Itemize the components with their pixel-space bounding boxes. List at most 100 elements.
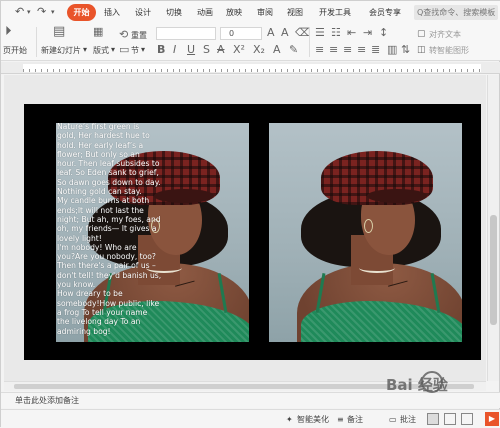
vertical-scrollbar[interactable] xyxy=(487,75,499,381)
comments-button[interactable]: 批注 xyxy=(400,414,416,425)
font-color-icon[interactable]: A xyxy=(273,44,281,56)
section-icon[interactable]: ▭ xyxy=(119,44,129,56)
poem-line: So dawn goes down to day. xyxy=(57,177,161,187)
layout-button[interactable]: 版式 xyxy=(93,45,109,56)
redo-button[interactable]: ↷ xyxy=(37,4,46,20)
line-spacing-icon[interactable]: ↕ xyxy=(379,27,388,39)
poem-line: Nothing gold can stay. xyxy=(57,187,142,197)
poem-line: hour. Then leaf subsides to xyxy=(57,159,160,169)
increase-indent-icon[interactable]: ⇥ xyxy=(363,27,372,39)
poem-line: somebody!How public, like xyxy=(57,298,160,308)
highlight-icon[interactable]: ✎ xyxy=(289,44,298,56)
poem-line: hold. Her early leaf’s a xyxy=(57,140,144,150)
italic-icon[interactable]: I xyxy=(173,44,176,56)
poem-line: oh, my friends— It gives a xyxy=(57,224,157,234)
ribbon-toolbar: ⏵ 页开始 ▤ 新建幻灯片 ▾ ▦ 版式 ▾ ⟲ 重置 ▭ 节 ▾ 0 A A … xyxy=(1,23,500,61)
superscript-icon[interactable]: X² xyxy=(233,44,245,56)
tab-review[interactable]: 审阅 xyxy=(254,4,276,21)
section-button[interactable]: 节 xyxy=(131,45,139,56)
align-left-icon[interactable]: ≡ xyxy=(315,44,324,56)
poem-line: night; But ah, my foes, and xyxy=(57,214,161,224)
poem-line: Nature’s first green is xyxy=(57,122,140,131)
poem-line: you?Are you nobody, too? xyxy=(57,252,156,262)
reading-view-button[interactable] xyxy=(461,413,473,425)
slide-sorter-view-button[interactable] xyxy=(444,413,456,425)
comments-icon[interactable]: ▭ xyxy=(389,414,397,425)
subscript-icon[interactable]: X₂ xyxy=(253,44,265,56)
strikethrough-icon[interactable]: A xyxy=(217,44,225,56)
ribbon-separator xyxy=(36,27,37,57)
tab-developer[interactable]: 开发工具 xyxy=(317,4,353,21)
layout-icon[interactable]: ▦ xyxy=(93,26,103,38)
watermark-paw-icon xyxy=(421,371,443,393)
new-slide-dropdown-icon[interactable]: ▾ xyxy=(83,45,87,54)
section-dropdown-icon[interactable]: ▾ xyxy=(141,45,145,54)
smart-shape-icon[interactable]: ◫ xyxy=(417,44,426,56)
poem-line: don't tell! they'd banish us, xyxy=(57,270,162,280)
reset-button[interactable]: 重置 xyxy=(131,30,147,41)
align-right-icon[interactable]: ≡ xyxy=(343,44,352,56)
tab-member[interactable]: 会员专享 xyxy=(367,4,403,21)
vertical-scroll-thumb[interactable] xyxy=(490,215,497,325)
bullets-icon[interactable]: ☰ xyxy=(315,27,325,39)
photo-right[interactable] xyxy=(269,123,462,342)
poem-line: you know. xyxy=(57,280,96,290)
decrease-font-icon[interactable]: A xyxy=(281,27,289,39)
poem-line: gold, Her hardest hue to xyxy=(57,131,150,141)
cap-brim-shape xyxy=(154,189,214,203)
undo-dropdown-icon[interactable]: ▾ xyxy=(27,4,31,20)
decrease-indent-icon[interactable]: ⇤ xyxy=(347,27,356,39)
convert-smartart-button[interactable]: 转智能图形 xyxy=(429,45,469,56)
tab-home[interactable]: 开始 xyxy=(67,4,96,21)
tab-transitions[interactable]: 切换 xyxy=(163,4,185,21)
cap-brim-shape xyxy=(367,189,427,203)
text-shadow-icon[interactable]: S xyxy=(203,44,210,56)
poem-line: admiring bog! xyxy=(57,326,111,336)
tab-slideshow[interactable]: 放映 xyxy=(223,4,245,21)
necklace-shape xyxy=(359,263,395,273)
poem-line: lovely light! xyxy=(57,233,102,243)
earring-shape xyxy=(364,219,373,233)
underline-icon[interactable]: U xyxy=(187,44,195,56)
horizontal-ruler xyxy=(1,62,500,74)
quick-access-menu-icon[interactable]: ▾ xyxy=(51,4,55,20)
poem-line: Then there's a pair of us – xyxy=(57,261,156,271)
increase-font-icon[interactable]: A xyxy=(267,27,275,39)
play-from-start-icon[interactable]: ⏵ xyxy=(5,25,12,38)
align-center-icon[interactable]: ≡ xyxy=(329,44,338,56)
text-direction-icon[interactable]: ⇅ xyxy=(401,44,410,56)
play-slideshow-button[interactable]: ▶ xyxy=(485,412,499,426)
notes-toggle-icon[interactable]: ≡ xyxy=(337,414,344,425)
slide[interactable]: Nature’s first green is gold, Her hardes… xyxy=(24,104,481,360)
new-slide-icon[interactable]: ▤ xyxy=(53,25,65,38)
poem-line: My candle burns at both xyxy=(57,196,150,206)
tab-insert[interactable]: 插入 xyxy=(101,4,123,21)
notes-toggle-button[interactable]: 备注 xyxy=(347,414,363,425)
normal-view-button[interactable] xyxy=(427,413,439,425)
poem-line: flower; But only so an xyxy=(57,149,140,159)
smart-beautify-button[interactable]: 智能美化 xyxy=(297,414,329,425)
search-input[interactable]: Q查找命令、搜索模板 xyxy=(414,5,498,20)
poem-line: I'm nobody! Who are xyxy=(57,242,137,252)
poem-line: the livelong day To an xyxy=(57,317,141,327)
distribute-icon[interactable]: ≣ xyxy=(371,44,380,56)
text-box-icon[interactable]: ▢ xyxy=(417,28,426,40)
align-text-button[interactable]: 对齐文本 xyxy=(429,29,461,40)
font-name-field[interactable] xyxy=(156,27,216,40)
numbering-icon[interactable]: ☷ xyxy=(331,27,341,39)
tab-animations[interactable]: 动画 xyxy=(194,4,216,21)
smart-beautify-icon[interactable]: ✦ xyxy=(286,414,293,425)
poem-text-box[interactable]: Nature’s first green is gold, Her hardes… xyxy=(57,122,163,336)
undo-button[interactable]: ↶ xyxy=(15,4,24,20)
play-from-start-label[interactable]: 页开始 xyxy=(3,45,27,56)
bold-icon[interactable]: B xyxy=(157,44,165,56)
tab-view[interactable]: 视图 xyxy=(284,4,306,21)
layout-dropdown-icon[interactable]: ▾ xyxy=(111,45,115,54)
notes-placeholder[interactable]: 单击此处添加备注 xyxy=(15,396,79,405)
new-slide-button[interactable]: 新建幻灯片 xyxy=(41,45,81,56)
justify-icon[interactable]: ≡ xyxy=(357,44,366,56)
reset-icon[interactable]: ⟲ xyxy=(119,29,128,41)
columns-icon[interactable]: ▥ xyxy=(387,44,397,56)
font-size-field[interactable]: 0 xyxy=(220,27,262,40)
tab-design[interactable]: 设计 xyxy=(132,4,154,21)
